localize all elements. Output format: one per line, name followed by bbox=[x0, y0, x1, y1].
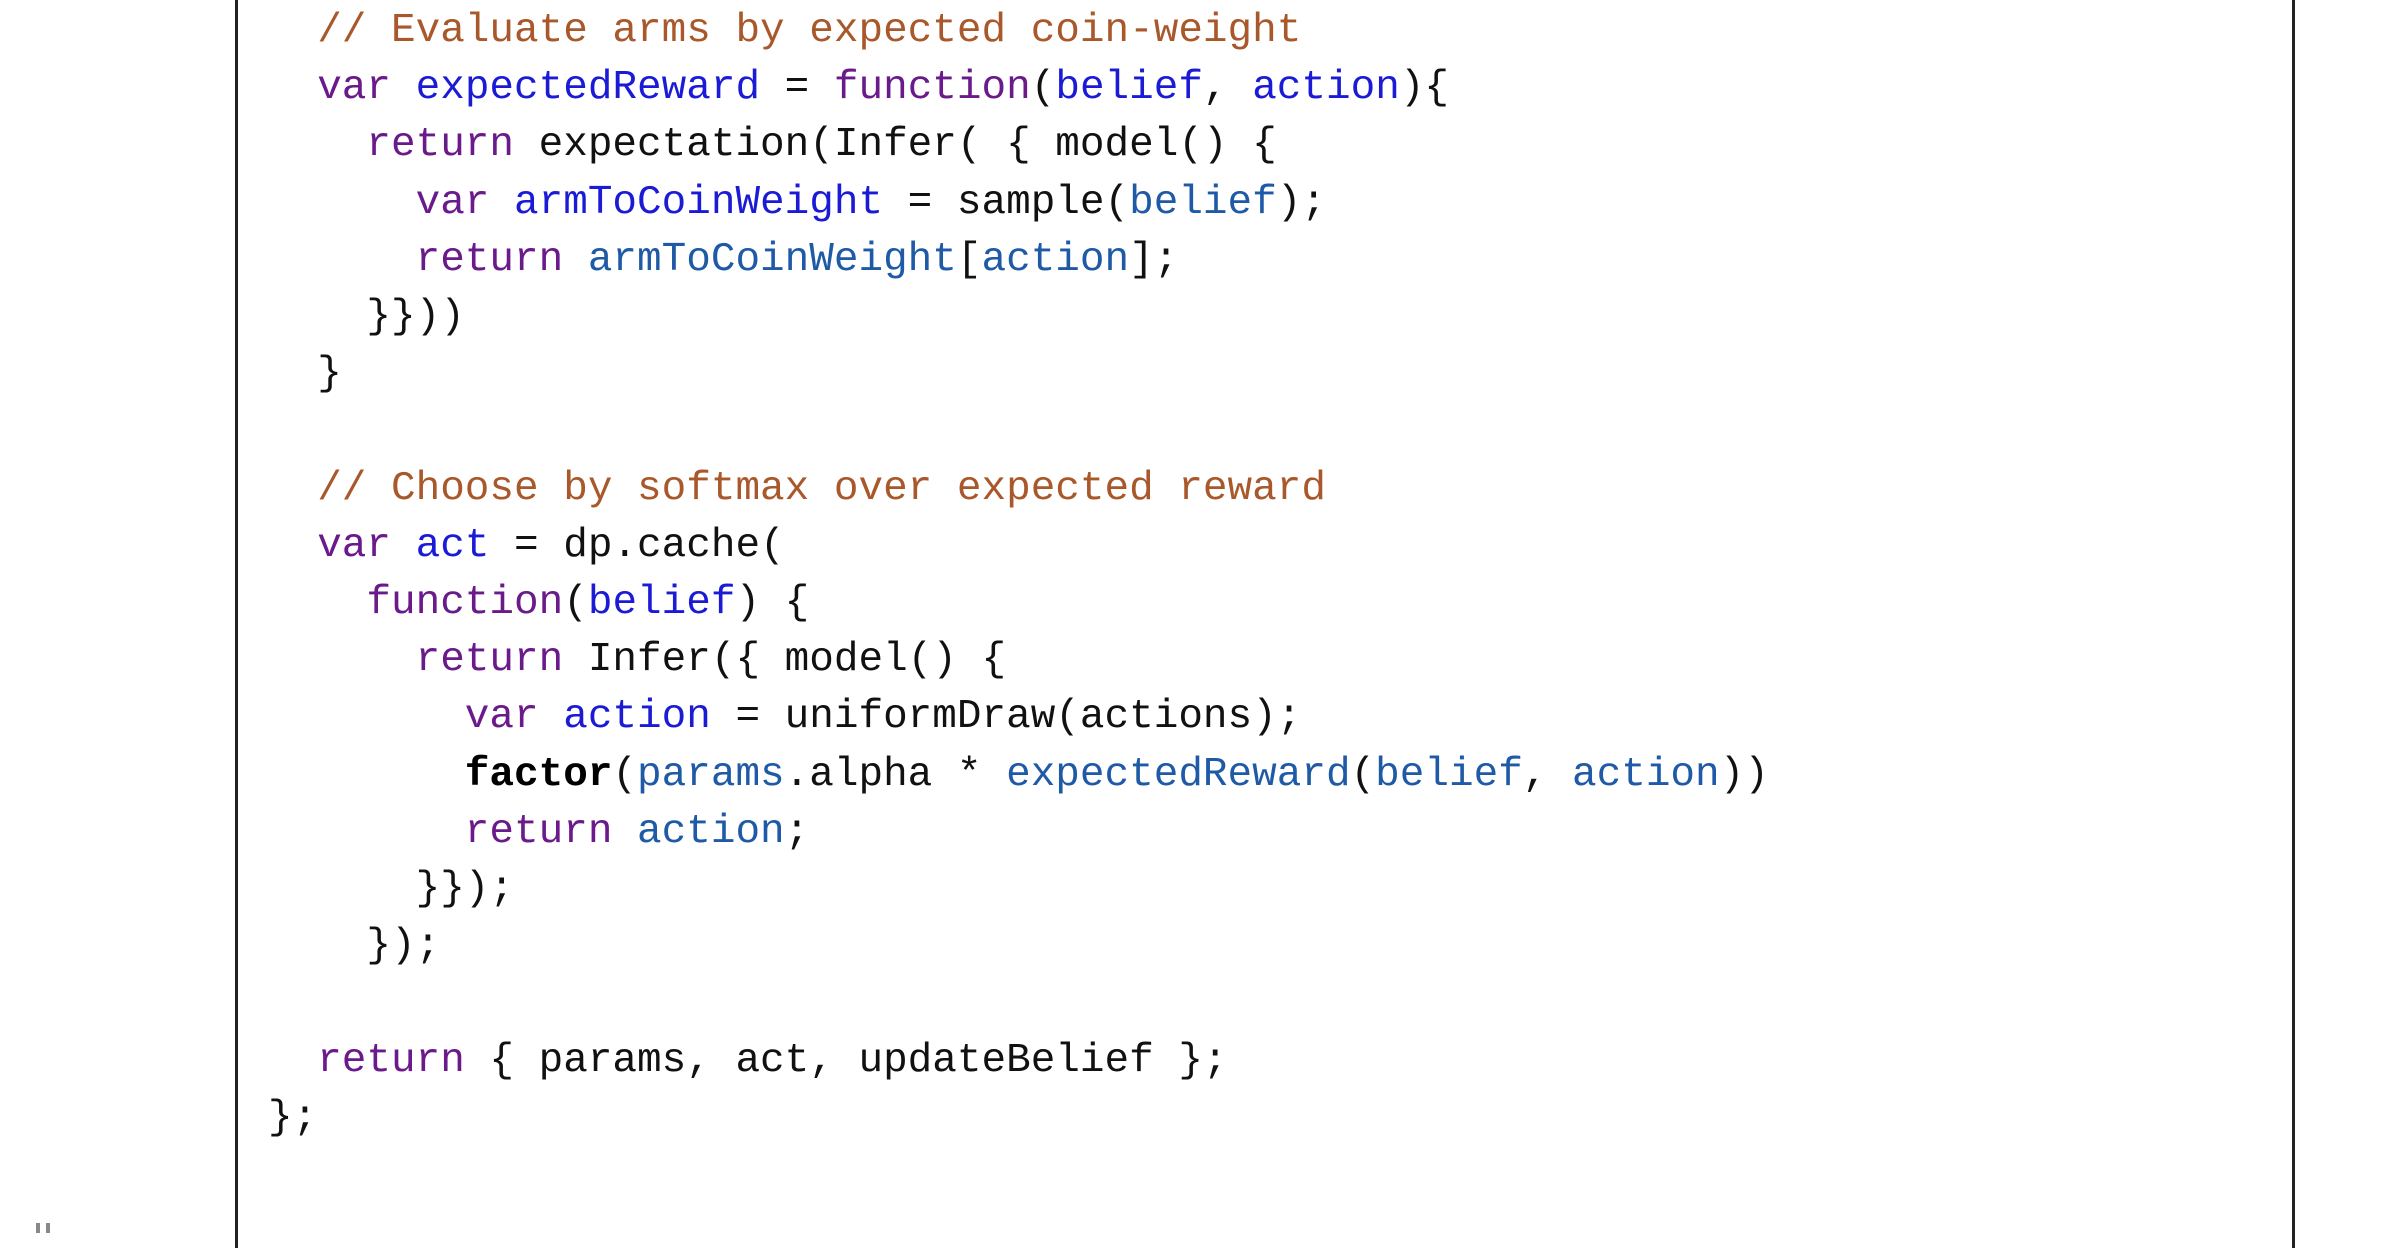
code-line: return expectation(Infer( { model() { bbox=[366, 117, 1276, 174]
code-token: ); bbox=[1276, 179, 1326, 226]
code-line: // Evaluate arms by expected coin-weight bbox=[317, 3, 1301, 60]
code-line: }; bbox=[268, 1090, 317, 1147]
code-token: ( bbox=[563, 580, 588, 626]
code-token: var bbox=[317, 522, 391, 569]
code-token: expectation(Infer( { model() { bbox=[514, 122, 1277, 169]
code-token: return bbox=[366, 122, 515, 169]
code-line: return action; bbox=[465, 804, 809, 861]
code-line: return { params, act, updateBelief }; bbox=[317, 1033, 1227, 1090]
code-token: action bbox=[563, 694, 711, 741]
code-line: } bbox=[317, 346, 342, 403]
code-line: }}); bbox=[416, 861, 514, 918]
code-token: belief bbox=[587, 580, 736, 626]
code-line: return armToCoinWeight[action]; bbox=[416, 232, 1179, 289]
code-line: }})) bbox=[366, 289, 464, 346]
code-token: ( bbox=[1350, 751, 1376, 798]
code-token: { params, act, updateBelief }; bbox=[464, 1037, 1228, 1084]
code-token: belief bbox=[1129, 179, 1277, 226]
code-token: action bbox=[981, 236, 1130, 283]
code-token: // Choose by softmax over expected rewar… bbox=[317, 465, 1326, 512]
code-token: action bbox=[637, 808, 785, 855]
code-token: ) { bbox=[735, 580, 810, 626]
code-token: }}); bbox=[415, 866, 515, 912]
code-token: = bbox=[760, 65, 834, 112]
code-token: = dp.cache( bbox=[489, 522, 785, 569]
code-token: factor bbox=[464, 751, 613, 798]
code-token: )) bbox=[1719, 751, 1769, 798]
code-line: var expectedReward = function(belief, ac… bbox=[317, 60, 1449, 117]
code-line: function(belief) { bbox=[366, 575, 809, 632]
code-token: expectedReward bbox=[415, 65, 761, 112]
code-token: ]; bbox=[1129, 236, 1179, 283]
code-token: = uniformDraw(actions); bbox=[710, 694, 1302, 741]
code-line: // Choose by softmax over expected rewar… bbox=[317, 461, 1326, 518]
code-token: action bbox=[1252, 65, 1400, 112]
code-token: action bbox=[1572, 751, 1720, 798]
code-token: params bbox=[637, 751, 785, 798]
code-line: factor(params.alpha * expectedReward(bel… bbox=[465, 747, 1769, 804]
code-token: , bbox=[1522, 751, 1573, 798]
code-token: expectedReward bbox=[1006, 751, 1351, 798]
code-token: var bbox=[464, 694, 539, 741]
code-token: return bbox=[464, 808, 613, 855]
code-line: return Infer({ model() { bbox=[416, 632, 1007, 689]
code-token: }})) bbox=[366, 294, 465, 340]
code-token: act bbox=[415, 522, 490, 569]
code-token: function bbox=[833, 65, 1031, 112]
code-token: } bbox=[317, 351, 342, 398]
code-token: = sample( bbox=[883, 179, 1130, 226]
code-token: return bbox=[415, 637, 564, 684]
code-token: return bbox=[317, 1037, 465, 1084]
code-token: belief bbox=[1375, 751, 1523, 798]
code-token: }); bbox=[366, 923, 441, 970]
code-token: armToCoinWeight bbox=[587, 236, 957, 283]
code-editor-panel[interactable]: // Evaluate arms by expected coin-weight… bbox=[235, 0, 2295, 1248]
code-token: function bbox=[366, 580, 564, 626]
code-token: belief bbox=[1055, 65, 1203, 112]
code-token: ( bbox=[612, 751, 638, 798]
code-token: var bbox=[317, 65, 391, 112]
code-token: Infer({ model() { bbox=[563, 637, 1007, 684]
code-token: ( bbox=[1030, 65, 1056, 112]
code-token: , bbox=[1202, 65, 1253, 112]
code-content[interactable]: // Evaluate arms by expected coin-weight… bbox=[238, 0, 2292, 1248]
code-token: armToCoinWeight bbox=[514, 179, 884, 226]
code-token: // Evaluate arms by expected coin-weight bbox=[317, 8, 1302, 54]
code-token: }; bbox=[268, 1094, 318, 1141]
code-token: var bbox=[415, 179, 490, 226]
code-line: }); bbox=[366, 918, 440, 975]
code-line: var act = dp.cache( bbox=[317, 518, 784, 575]
code-token: ){ bbox=[1399, 65, 1450, 112]
code-token: ; bbox=[784, 808, 810, 855]
code-token: return bbox=[415, 236, 564, 283]
code-token: [ bbox=[956, 236, 982, 283]
code-token: .alpha * bbox=[784, 751, 1007, 798]
code-line: var action = uniformDraw(actions); bbox=[465, 689, 1302, 746]
cut-off-line-fragment bbox=[30, 1223, 70, 1233]
code-line: var armToCoinWeight = sample(belief); bbox=[416, 175, 1326, 232]
